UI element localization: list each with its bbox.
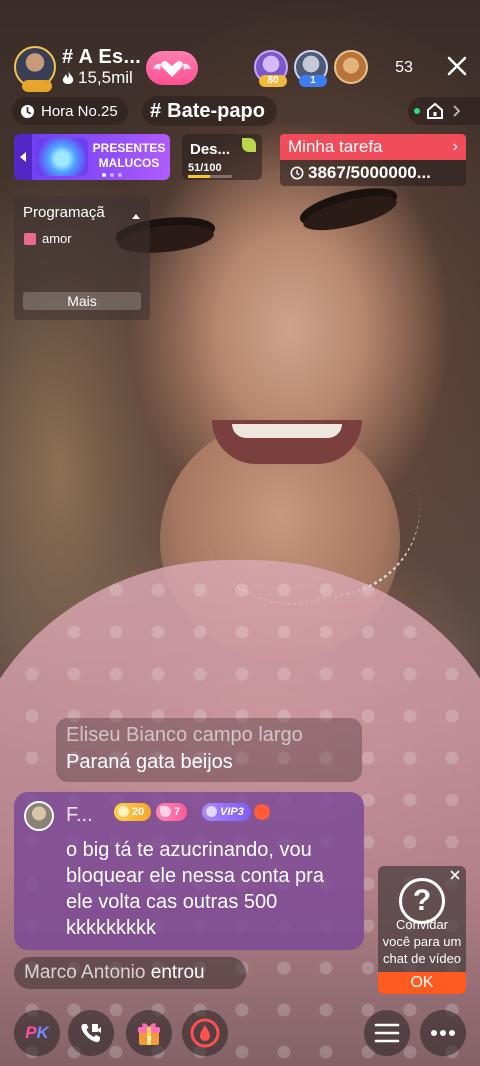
top-viewer-1[interactable]: 80 <box>254 50 288 87</box>
collapse-arrow-icon[interactable] <box>132 214 140 219</box>
promo-page-dots <box>102 173 122 177</box>
chevron-right-icon: › <box>452 138 458 155</box>
online-dot <box>414 108 420 114</box>
my-task-progress[interactable]: 3867/5000000... <box>280 160 466 186</box>
promo-line2: MALUCOS <box>98 156 160 170</box>
close-icon[interactable] <box>448 868 462 882</box>
my-task-progress-text: 3867/5000000... <box>308 163 431 182</box>
hour-rank-label: Hora No.25 <box>41 102 118 120</box>
more-icon <box>431 1030 455 1036</box>
my-task-title: Minha tarefa <box>288 137 383 156</box>
viewer-rank-badge: 1 <box>299 75 327 87</box>
host-name[interactable]: # A Es... <box>62 46 141 69</box>
challenge-card[interactable]: Des... 51/100 <box>182 134 262 180</box>
promo-text: PRESENTES MALUCOS <box>90 141 168 171</box>
video-call-button[interactable] <box>68 1010 114 1056</box>
host-level-badge <box>22 80 52 92</box>
program-more-button[interactable]: Mais <box>23 292 141 310</box>
top-viewer-3[interactable] <box>334 50 368 84</box>
promo-banner-crazy-gifts[interactable]: PRESENTES MALUCOS <box>14 134 170 180</box>
program-title: Programaçã <box>23 204 105 221</box>
home-icon <box>427 102 443 119</box>
chat-message-highlighted[interactable]: F... 20 7 VIP3 o big tá te azucrinando, … <box>14 792 364 950</box>
program-panel: Programaçã amor Mais <box>14 196 150 320</box>
chevron-right-icon <box>453 105 461 117</box>
host-fans: 15,5mil <box>62 68 133 88</box>
sender-level-badge: 20 <box>114 803 152 821</box>
chat-message-text: o big tá te azucrinando, vou bloquear el… <box>66 839 324 939</box>
gift-small-icon <box>24 232 36 245</box>
topic-hash: # <box>150 99 162 122</box>
svg-text:?: ? <box>146 1035 152 1046</box>
viewer-level-badge: 80 <box>259 75 287 87</box>
viewer-count[interactable]: 53 <box>386 57 422 79</box>
sender-vip-badge: VIP3 <box>202 803 251 821</box>
invite-ok-button[interactable]: OK <box>378 972 466 994</box>
menu-icon <box>374 1023 400 1043</box>
join-text: entrou <box>150 962 205 983</box>
chat-message-line1: Eliseu Bianco campo largo <box>66 724 303 746</box>
more-button[interactable] <box>420 1010 466 1056</box>
clock-icon <box>20 104 35 118</box>
gift-icon: ? <box>138 1023 160 1046</box>
chevron-left-icon <box>20 152 26 162</box>
promo-prev-arrow[interactable] <box>14 134 32 180</box>
topic-pill[interactable]: # Bate-papo <box>142 96 277 126</box>
program-item: amor <box>24 231 72 246</box>
challenge-progress-text: 51/100 <box>188 162 222 174</box>
leaf-icon <box>242 138 256 152</box>
close-icon[interactable] <box>444 53 470 79</box>
challenge-title: Des... <box>190 141 231 158</box>
sender-fan-badge: 7 <box>156 803 188 821</box>
topic-label: Bate-papo <box>167 99 265 122</box>
flame-icon <box>62 70 74 84</box>
promo-line1: PRESENTES <box>92 141 166 155</box>
video-chat-invite-card[interactable]: ? Convidar você para um chat de vídeo OK <box>378 866 466 994</box>
video-subject-right-eye <box>300 188 400 238</box>
hour-rank-pill[interactable]: Hora No.25 <box>12 97 128 125</box>
chat-message-line2: Paraná gata beijos <box>66 751 233 773</box>
gift-button[interactable]: ? <box>126 1010 172 1056</box>
join-notice: Marco Antonio entrou <box>14 957 246 989</box>
host-avatar[interactable] <box>14 46 56 92</box>
diamond-gift-icon <box>36 138 88 176</box>
heart-wings-icon <box>153 61 191 77</box>
menu-button[interactable] <box>364 1010 410 1056</box>
pk-icon: PK <box>25 1023 49 1042</box>
challenge-progress-bar <box>188 175 232 178</box>
host-fans-count: 15,5mil <box>78 68 133 87</box>
drop-button[interactable] <box>182 1010 228 1056</box>
drop-icon <box>190 1018 220 1048</box>
host-mark-icon <box>254 804 270 820</box>
room-home-pill[interactable] <box>408 97 480 125</box>
pk-button[interactable]: PK <box>14 1010 60 1056</box>
my-task-header[interactable]: Minha tarefa › <box>280 134 466 160</box>
program-item-label: amor <box>42 231 72 246</box>
top-viewer-2[interactable]: 1 <box>294 50 328 87</box>
sender-avatar[interactable] <box>24 801 54 831</box>
clock-outline-icon <box>290 166 304 180</box>
chat-message: Eliseu Bianco campo largo Paraná gata be… <box>56 718 362 782</box>
join-user-name[interactable]: Marco Antonio <box>24 962 145 983</box>
video-call-icon <box>81 1024 101 1043</box>
sender-name[interactable]: F... <box>66 804 93 827</box>
invite-text: Convidar você para um chat de vídeo <box>382 917 462 966</box>
video-subject-teeth <box>232 424 342 438</box>
follow-button[interactable] <box>146 51 198 85</box>
